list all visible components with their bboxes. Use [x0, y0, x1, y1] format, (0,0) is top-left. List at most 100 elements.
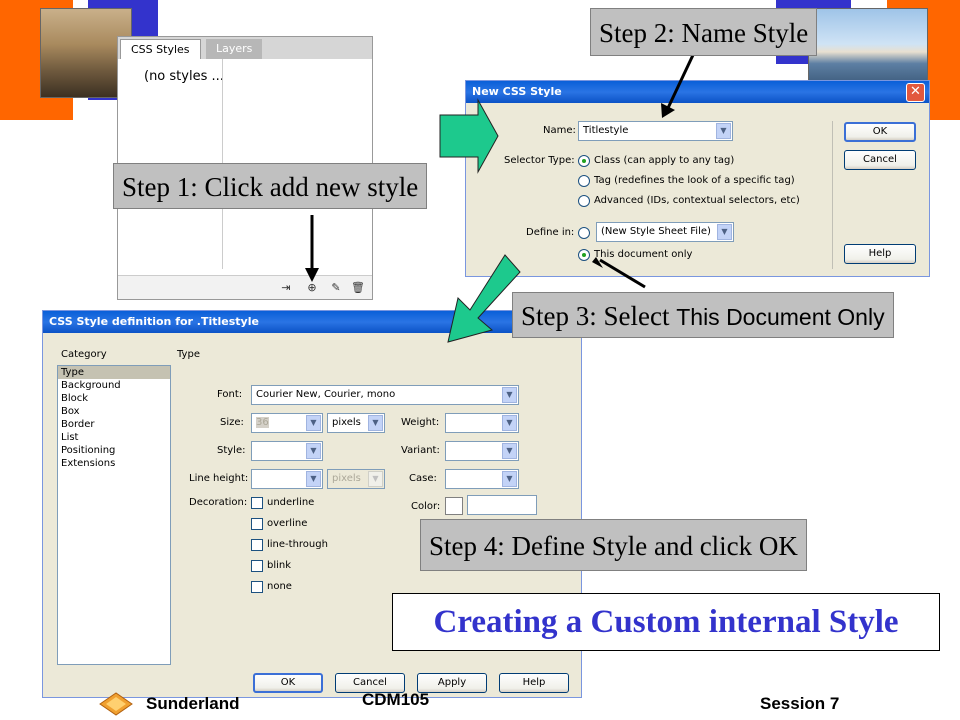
size-unit-select[interactable]: pixels ▼: [327, 413, 385, 433]
size-value: 36: [256, 417, 269, 428]
slide-banner: Creating a Custom internal Style: [392, 593, 940, 651]
size-select[interactable]: 36 ▼: [251, 413, 323, 433]
footer-left: Sunderland: [146, 694, 240, 713]
edit-style-sheet-icon[interactable]: ✎: [328, 281, 344, 295]
radio-advanced[interactable]: [578, 195, 590, 207]
radio-this-document-label: This document only: [594, 249, 693, 260]
checkbox-overline[interactable]: [251, 518, 263, 530]
category-item[interactable]: Background: [58, 379, 170, 392]
tab-layers[interactable]: Layers: [206, 39, 263, 59]
name-value: Titlestyle: [583, 125, 629, 136]
attach-style-sheet-icon[interactable]: ⇥: [278, 281, 294, 295]
size-unit-value: pixels: [332, 417, 361, 428]
category-item[interactable]: Positioning: [58, 444, 170, 457]
chevron-down-icon: ▼: [716, 123, 731, 139]
line-height-select[interactable]: ▼: [251, 469, 323, 489]
ok-button[interactable]: OK: [844, 122, 916, 142]
close-icon[interactable]: ✕: [906, 83, 925, 102]
panel-heading: Type: [177, 349, 200, 360]
chevron-down-icon: ▼: [368, 471, 383, 487]
chevron-down-icon: ▼: [502, 387, 517, 403]
tab-css-styles[interactable]: CSS Styles: [120, 39, 201, 59]
style-sheet-value: (New Style Sheet File): [601, 226, 711, 237]
definition-dialog-title: CSS Style definition for .Titlestyle: [43, 311, 581, 333]
radio-tag[interactable]: [578, 175, 590, 187]
radio-class-label: Class (can apply to any tag): [594, 155, 735, 166]
name-label: Name:: [543, 125, 576, 136]
chevron-down-icon: ▼: [306, 443, 321, 459]
selector-type-label: Selector Type:: [504, 155, 575, 166]
new-css-style-dialog: New CSS Style ✕ Name: Titlestyle ▼ Selec…: [465, 80, 930, 277]
chevron-down-icon: ▼: [368, 415, 383, 431]
step3-callout-main: Step 3: Select: [521, 301, 677, 331]
cancel-button[interactable]: Cancel: [844, 150, 916, 170]
panel-tab-bar: CSS Styles Layers: [118, 37, 372, 59]
font-value: Courier New, Courier, mono: [256, 389, 396, 400]
checkbox-line-through[interactable]: [251, 539, 263, 551]
line-height-unit-value: pixels: [332, 473, 361, 484]
chevron-down-icon: ▼: [502, 415, 517, 431]
category-item[interactable]: Border: [58, 418, 170, 431]
checkbox-underline-label: underline: [267, 497, 315, 508]
category-heading: Category: [61, 349, 107, 360]
line-height-label: Line height:: [189, 473, 249, 484]
radio-new-file[interactable]: [578, 227, 590, 239]
category-item[interactable]: Block: [58, 392, 170, 405]
line-height-unit-select: pixels ▼: [327, 469, 385, 489]
trash-icon[interactable]: 🗑: [350, 281, 366, 295]
category-item[interactable]: Box: [58, 405, 170, 418]
step1-callout: Step 1: Click add new style: [113, 163, 428, 209]
font-label: Font:: [217, 389, 243, 400]
color-swatch-button[interactable]: [445, 497, 463, 515]
checkbox-none[interactable]: [251, 581, 263, 593]
checkbox-line-through-label: line-through: [267, 539, 328, 550]
variant-select[interactable]: ▼: [445, 441, 519, 461]
styles-list-empty: (no styles ...: [144, 69, 224, 84]
definition-help-button[interactable]: Help: [499, 673, 569, 693]
checkbox-underline[interactable]: [251, 497, 263, 509]
help-button[interactable]: Help: [844, 244, 916, 264]
case-label: Case:: [409, 473, 437, 484]
footer-center: CDM105: [362, 690, 430, 709]
weight-label: Weight:: [401, 417, 440, 428]
variant-label: Variant:: [401, 445, 440, 456]
font-select[interactable]: Courier New, Courier, mono ▼: [251, 385, 519, 405]
style-sheet-select[interactable]: (New Style Sheet File) ▼: [596, 222, 734, 242]
dialog-separator: [832, 121, 833, 269]
size-label: Size:: [220, 417, 244, 428]
chevron-down-icon: ▼: [306, 471, 321, 487]
define-in-label: Define in:: [526, 227, 575, 238]
chevron-down-icon: ▼: [502, 471, 517, 487]
checkbox-none-label: none: [267, 581, 292, 592]
step3-callout-tail: This Document Only: [676, 304, 885, 330]
new-css-style-icon[interactable]: ⊕: [304, 281, 320, 295]
step4-callout: Step 4: Define Style and click OK: [420, 519, 807, 571]
category-item[interactable]: Type: [58, 366, 170, 379]
definition-ok-button[interactable]: OK: [253, 673, 323, 693]
panel-toolbar: ⇥ ⊕ ✎ 🗑: [118, 275, 372, 299]
color-input[interactable]: [467, 495, 537, 515]
style-label: Style:: [217, 445, 246, 456]
sunderland-logo-icon: [98, 690, 134, 716]
name-input[interactable]: Titlestyle ▼: [578, 121, 733, 141]
footer-right: Session 7: [760, 694, 840, 713]
case-select[interactable]: ▼: [445, 469, 519, 489]
harbour-photo: [808, 8, 928, 88]
category-item[interactable]: List: [58, 431, 170, 444]
style-select[interactable]: ▼: [251, 441, 323, 461]
category-item[interactable]: Extensions: [58, 457, 170, 470]
chevron-down-icon: ▼: [717, 224, 732, 240]
color-label: Color:: [411, 501, 441, 512]
radio-class[interactable]: [578, 155, 590, 167]
category-list[interactable]: Type Background Block Box Border List Po…: [57, 365, 171, 665]
weight-select[interactable]: ▼: [445, 413, 519, 433]
radio-this-document[interactable]: [578, 249, 590, 261]
checkbox-blink[interactable]: [251, 560, 263, 572]
dialog-title: New CSS Style: [466, 81, 929, 103]
chevron-down-icon: ▼: [502, 443, 517, 459]
step3-callout: Step 3: Select This Document Only: [512, 292, 894, 338]
checkbox-overline-label: overline: [267, 518, 308, 529]
decoration-label: Decoration:: [189, 497, 248, 508]
chevron-down-icon: ▼: [306, 415, 321, 431]
checkbox-blink-label: blink: [267, 560, 292, 571]
